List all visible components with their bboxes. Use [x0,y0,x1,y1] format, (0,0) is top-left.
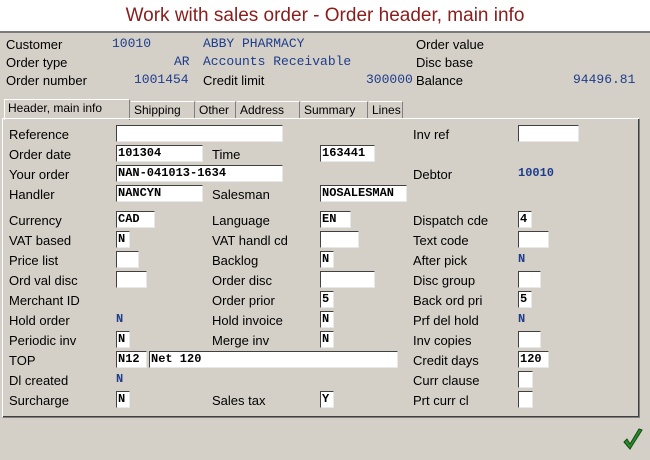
vat-based-field[interactable]: N [116,231,130,248]
tab-summary[interactable]: Summary [301,101,368,119]
backlog-label: Backlog [212,253,259,268]
dl-created-label: Dl created [9,373,69,388]
back-ord-pri-field[interactable]: 5 [518,291,532,308]
periodic-inv-field[interactable]: N [116,331,130,348]
back-ord-pri-label: Back ord pri [413,293,483,308]
ok-button[interactable] [622,427,644,453]
dispatch-cde-label: Dispatch cde [413,213,489,228]
curr-clause-label: Curr clause [413,373,480,388]
order-disc-label: Order disc [212,273,272,288]
ord-val-disc-label: Ord val disc [9,273,78,288]
hold-invoice-label: Hold invoice [212,313,283,328]
checkmark-icon [623,428,643,450]
time-label: Time [212,147,241,162]
your-order-field[interactable]: NAN-041013-1634 [116,165,283,182]
order-type-code: AR [174,54,190,69]
tab-other[interactable]: Other [196,101,236,119]
window-title: Work with sales order - Order header, ma… [125,5,525,26]
currency-field[interactable]: CAD [116,211,155,228]
vat-handl-label: VAT handl cd [212,233,288,248]
order-prior-field[interactable]: 5 [320,291,334,308]
customer-label: Customer [6,37,63,52]
periodic-inv-label: Periodic inv [9,333,77,348]
prf-del-hold-value: N [518,312,526,326]
tab-shipping[interactable]: Shipping [131,101,195,119]
disc-base-label: Disc base [416,55,474,70]
prt-curr-cl-field[interactable] [518,391,533,408]
handler-label: Handler [9,187,55,202]
order-type-description: Accounts Receivable [203,54,352,69]
time-field[interactable]: 163441 [320,145,375,162]
order-value-label: Order value [416,37,484,52]
credit-limit-value: 300000 [366,72,413,87]
reference-field[interactable] [116,125,283,142]
balance-label: Balance [416,73,463,88]
surcharge-label: Surcharge [9,393,69,408]
credit-limit-label: Credit limit [203,73,265,88]
order-disc-field[interactable] [320,271,375,288]
tab-address[interactable]: Address [237,101,300,119]
salesman-label: Salesman [212,187,270,202]
handler-field[interactable]: NANCYN [116,185,203,202]
order-number-value: 1001454 [134,72,189,87]
after-pick-label: After pick [413,253,468,268]
vat-handl-field[interactable] [320,231,359,248]
inv-copies-field[interactable] [518,331,541,348]
price-list-field[interactable] [116,251,139,268]
balance-value: 94496.81 [573,72,636,87]
ord-val-disc-field[interactable] [116,271,147,288]
merge-inv-field[interactable]: N [320,331,334,348]
curr-clause-field[interactable] [518,371,533,388]
window-title-bar: Work with sales order - Order header, ma… [0,0,650,33]
order-date-label: Order date [9,147,72,162]
language-label: Language [212,213,270,228]
inv-copies-label: Inv copies [413,333,472,348]
currency-label: Currency [9,213,62,228]
prt-curr-cl-label: Prt curr cl [413,393,469,408]
text-code-label: Text code [413,233,469,248]
sales-tax-label: Sales tax [212,393,266,408]
merchant-id-label: Merchant ID [9,293,80,308]
debtor-label: Debtor [413,167,453,182]
disc-group-field[interactable] [518,271,541,288]
top-label: TOP [9,353,36,368]
inv-ref-field[interactable] [518,125,579,142]
sales-tax-field[interactable]: Y [320,391,334,408]
tab-header-main-info[interactable]: Header, main info [4,99,130,120]
order-prior-label: Order prior [212,293,275,308]
vat-based-label: VAT based [9,233,72,248]
customer-name: ABBY PHARMACY [203,36,305,51]
inv-ref-label: Inv ref [413,127,450,142]
text-code-field[interactable] [518,231,549,248]
price-list-label: Price list [9,253,59,268]
tab-lines[interactable]: Lines [369,101,403,119]
order-number-label: Order number [6,73,87,88]
backlog-field[interactable]: N [320,251,334,268]
hold-invoice-field[interactable]: N [320,311,334,328]
top-description-field[interactable]: Net 120 [149,351,398,368]
credit-days-label: Credit days [413,353,479,368]
order-date-field[interactable]: 101304 [116,145,203,162]
order-type-label: Order type [6,55,68,70]
tab-panel [2,118,640,418]
prf-del-hold-label: Prf del hold [413,313,479,328]
surcharge-field[interactable]: N [116,391,130,408]
top-code-field[interactable]: N12 [116,351,147,368]
disc-group-label: Disc group [413,273,476,288]
reference-label: Reference [9,127,69,142]
dispatch-cde-field[interactable]: 4 [518,211,532,228]
debtor-value: 10010 [518,166,555,180]
customer-number: 10010 [112,36,152,51]
after-pick-value: N [518,252,526,266]
language-field[interactable]: EN [320,211,351,228]
hold-order-label: Hold order [9,313,70,328]
salesman-field[interactable]: NOSALESMAN [320,185,407,202]
credit-days-field[interactable]: 120 [518,351,549,368]
your-order-label: Your order [9,167,70,182]
hold-order-value: N [116,312,124,326]
dl-created-value: N [116,372,124,386]
merge-inv-label: Merge inv [212,333,270,348]
